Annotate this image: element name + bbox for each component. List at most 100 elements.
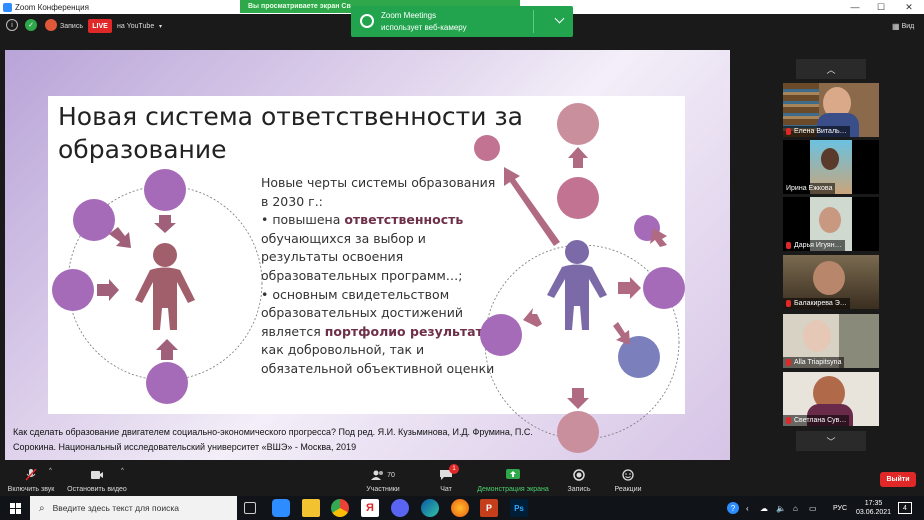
tray-expand-icon[interactable]: ‹ bbox=[746, 496, 749, 520]
view-label: Вид bbox=[901, 22, 915, 30]
smiley-icon bbox=[622, 469, 634, 481]
toast-title: Zoom Meetings bbox=[381, 11, 437, 20]
participant-tile[interactable]: Балакирева Э… bbox=[783, 255, 879, 309]
view-button[interactable]: ▦ Вид bbox=[892, 19, 914, 33]
zoom-window: Zoom Конференция — ☐ ✕ i ✓ Запись LIVE н… bbox=[0, 0, 924, 520]
grid-icon: ▦ bbox=[892, 21, 900, 31]
youtube-label[interactable]: на YouTube bbox=[117, 19, 154, 33]
mic-off-icon bbox=[786, 128, 791, 135]
participant-name: Alla Triapitsyna bbox=[783, 357, 845, 368]
record-circle-icon bbox=[573, 469, 585, 481]
leave-meeting-button[interactable]: Выйти bbox=[880, 472, 916, 487]
avatar bbox=[803, 320, 831, 352]
zoom-app-icon bbox=[3, 2, 12, 12]
avatar bbox=[813, 261, 845, 295]
chevron-down-icon[interactable]: ▾ bbox=[159, 20, 162, 32]
avatar bbox=[821, 148, 839, 170]
file-explorer-icon[interactable] bbox=[302, 499, 320, 517]
language-indicator[interactable]: РУС bbox=[833, 496, 847, 520]
participant-tile[interactable]: Дарья Игуян… bbox=[783, 197, 879, 251]
zoom-taskbar-icon[interactable] bbox=[272, 499, 290, 517]
left-node-bottom bbox=[146, 362, 188, 404]
mic-off-icon bbox=[786, 359, 791, 366]
participants-scroll-down[interactable]: ﹀ bbox=[796, 431, 866, 451]
window-title: Zoom Конференция bbox=[15, 2, 89, 12]
participants-count: 70 bbox=[387, 471, 395, 479]
participant-tile[interactable]: Елена Виталь… bbox=[783, 83, 879, 137]
participant-name-text: Светлана Сув… bbox=[794, 417, 847, 424]
record-label[interactable]: Запись bbox=[60, 19, 83, 33]
clock-date: 03.06.2021 bbox=[856, 509, 892, 516]
participant-tile[interactable]: Светлана Сув… bbox=[783, 372, 879, 426]
battery-icon[interactable]: ▭ bbox=[809, 496, 817, 520]
info-icon[interactable]: i bbox=[6, 19, 18, 31]
chevron-down-icon[interactable] bbox=[554, 13, 565, 24]
windows-logo-icon bbox=[9, 502, 21, 514]
participant-name: Дарья Игуян… bbox=[783, 240, 845, 251]
right-node-upper bbox=[557, 177, 599, 219]
task-view-icon[interactable] bbox=[244, 502, 256, 514]
webcam-notification[interactable]: Zoom Meetings использует веб-камеру bbox=[351, 6, 573, 37]
participant-name: Балакирева Э… bbox=[783, 298, 850, 309]
record-button[interactable]: Запись bbox=[562, 462, 596, 496]
participants-button[interactable]: 70 Участники bbox=[360, 462, 406, 496]
mic-off-icon bbox=[786, 242, 791, 249]
participant-name-text: Alla Triapitsyna bbox=[794, 359, 842, 366]
share-screen-button[interactable]: Демонстрация экрана bbox=[474, 462, 552, 496]
network-icon[interactable]: ⌂ bbox=[793, 496, 798, 520]
chevron-up-icon: ︿ bbox=[826, 64, 836, 75]
participant-name-text: Балакирева Э… bbox=[794, 300, 847, 307]
clock[interactable]: 17:35 03.06.2021 bbox=[856, 496, 891, 520]
reactions-button[interactable]: Реакции bbox=[610, 462, 646, 496]
audio-options-caret-icon[interactable]: ^ bbox=[49, 468, 52, 474]
participants-label: Участники bbox=[366, 486, 400, 493]
right-node-top bbox=[557, 103, 599, 145]
live-badge: LIVE bbox=[88, 19, 112, 33]
participant-tile[interactable]: Ирина Ежкова bbox=[783, 140, 879, 194]
notifications-button[interactable]: 4 bbox=[898, 496, 912, 520]
start-button[interactable] bbox=[0, 496, 30, 520]
close-button[interactable]: ✕ bbox=[896, 0, 922, 14]
chat-unread-badge: 1 bbox=[449, 464, 459, 474]
mic-muted-icon bbox=[25, 469, 37, 481]
participant-name: Ирина Ежкова bbox=[783, 183, 836, 194]
participant-name-text: Дарья Игуян… bbox=[794, 242, 842, 249]
video-options-caret-icon[interactable]: ^ bbox=[121, 468, 124, 474]
maximize-button[interactable]: ☐ bbox=[868, 0, 894, 14]
notification-count: 4 bbox=[898, 502, 912, 514]
participant-name: Светлана Сув… bbox=[783, 415, 850, 426]
minimize-button[interactable]: — bbox=[842, 0, 868, 14]
toast-divider bbox=[533, 10, 534, 33]
share-banner-text: Вы просматриваете экран Св bbox=[248, 3, 351, 10]
chevron-down-icon: ﹀ bbox=[826, 436, 836, 447]
yandex-browser-icon[interactable]: Я bbox=[361, 499, 379, 517]
help-icon[interactable]: ? bbox=[727, 496, 739, 520]
volume-icon[interactable]: 🔈 bbox=[776, 496, 786, 520]
photoshop-icon[interactable]: Ps bbox=[510, 499, 528, 517]
participants-scroll-up[interactable]: ︿ bbox=[796, 59, 866, 79]
participant-name-text: Ирина Ежкова bbox=[786, 185, 833, 192]
participant-name: Елена Виталь… bbox=[783, 126, 850, 137]
video-frame bbox=[839, 314, 879, 368]
right-node-far-left bbox=[474, 135, 500, 161]
cloud-icon[interactable]: ☁ bbox=[760, 496, 768, 520]
participant-tile[interactable]: Alla Triapitsyna bbox=[783, 314, 879, 368]
shield-icon[interactable]: ✓ bbox=[25, 19, 37, 31]
chat-label: Чат bbox=[440, 486, 452, 493]
left-node-top bbox=[144, 169, 186, 211]
edge-icon[interactable] bbox=[421, 499, 439, 517]
taskbar-search[interactable]: ⌕ Введите здесь текст для поиска bbox=[30, 496, 237, 520]
webcam-icon bbox=[360, 14, 374, 28]
record-icon bbox=[45, 19, 57, 31]
chat-button[interactable]: Чат 1 bbox=[432, 462, 460, 496]
left-person-figure bbox=[135, 243, 195, 330]
reactions-label: Реакции bbox=[614, 486, 642, 493]
powerpoint-icon[interactable]: P bbox=[480, 499, 498, 517]
right-node-right bbox=[643, 267, 685, 309]
firefox-icon[interactable] bbox=[451, 499, 469, 517]
discord-icon[interactable] bbox=[391, 499, 409, 517]
chrome-icon[interactable] bbox=[331, 499, 349, 517]
mic-off-icon bbox=[786, 417, 791, 424]
meeting-toolbar: Включить звук ^ Остановить видео ^ 70 Уч… bbox=[0, 462, 924, 496]
right-person-figure bbox=[547, 240, 607, 330]
